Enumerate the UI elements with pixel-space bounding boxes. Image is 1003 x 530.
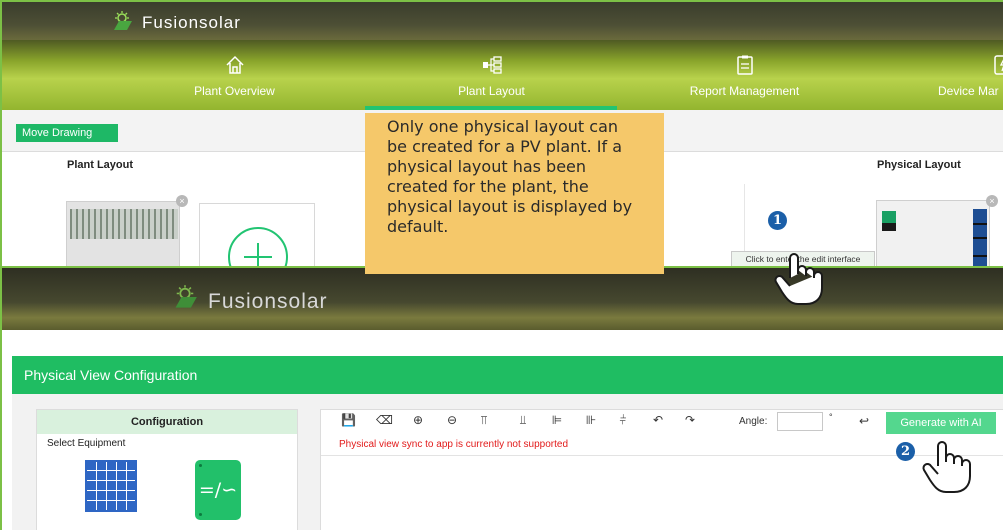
- layout-tree-icon: [482, 56, 502, 74]
- configuration-title: Configuration: [37, 410, 297, 434]
- sync-warning-text: Physical view sync to app is currently n…: [339, 439, 568, 450]
- close-icon[interactable]: ×: [176, 195, 188, 207]
- clipboard-icon: [736, 55, 753, 75]
- hand-pointer-icon: [774, 253, 823, 305]
- zoom-in-icon[interactable]: ⊕: [411, 413, 425, 427]
- select-equipment-label: Select Equipment: [47, 438, 126, 449]
- pv-module-icon[interactable]: [85, 460, 137, 512]
- tab-label: Device Mar: [938, 84, 999, 98]
- close-icon[interactable]: ×: [986, 195, 998, 207]
- info-callout: Only one physical layout can be created …: [365, 113, 664, 274]
- align-top-icon[interactable]: ⫪: [477, 413, 491, 427]
- tab-plant-layout[interactable]: Plant Layout: [364, 40, 619, 110]
- dialog-title: Physical View Configuration: [12, 356, 1003, 394]
- angle-input[interactable]: [777, 412, 823, 431]
- physical-view-configuration-screen: Fusionsolar Physical View Configuration …: [0, 266, 1003, 530]
- inverter-icon[interactable]: =/∽: [195, 460, 241, 520]
- home-icon: [225, 55, 244, 74]
- angle-label: Angle:: [739, 416, 768, 427]
- hand-pointer-icon: [922, 441, 971, 493]
- degree-symbol: °: [829, 412, 833, 422]
- zoom-out-icon[interactable]: ⊖: [445, 413, 459, 427]
- device-icon: [994, 55, 1003, 75]
- reset-angle-icon[interactable]: ↩: [857, 414, 871, 428]
- redo-icon[interactable]: ↷: [683, 413, 697, 427]
- move-drawing-button[interactable]: Move Drawing: [16, 124, 118, 142]
- tab-device-management[interactable]: Device Mar: [870, 40, 1003, 110]
- drawing-canvas[interactable]: 💾 ⌫ ⊕ ⊖ ⫪ ⫫ ⊫ ⊪ ⫩ ↶ ↷ Angle: ° ↩ Generat…: [320, 409, 1003, 530]
- align-bottom-icon[interactable]: ⫫: [516, 413, 530, 427]
- fusionsolar-logo-icon: [175, 285, 197, 308]
- app-name: Fusionsolar: [142, 13, 241, 32]
- save-icon[interactable]: 💾: [341, 413, 356, 427]
- undo-icon[interactable]: ↶: [651, 413, 665, 427]
- align-center-icon[interactable]: ⫩: [616, 413, 630, 427]
- tab-label: Plant Layout: [458, 84, 525, 98]
- tab-plant-overview[interactable]: Plant Overview: [107, 40, 362, 110]
- tab-label: Plant Overview: [194, 84, 275, 98]
- step-marker-1: 1: [768, 211, 787, 230]
- app-titlebar: [2, 268, 1003, 330]
- configuration-panel: Configuration Select Equipment =/∽: [36, 409, 298, 530]
- align-left-icon[interactable]: ⊫: [550, 413, 564, 427]
- align-right-icon[interactable]: ⊪: [584, 413, 598, 427]
- tab-report-management[interactable]: Report Management: [617, 40, 872, 110]
- step-marker-2: 2: [896, 442, 915, 461]
- app-name: Fusionsolar: [208, 290, 328, 313]
- physical-layout-title: Physical Layout: [877, 159, 961, 171]
- eraser-icon[interactable]: ⌫: [376, 413, 393, 427]
- fusionsolar-logo-icon: [114, 11, 132, 30]
- plant-layout-title: Plant Layout: [67, 159, 134, 171]
- generate-with-ai-button[interactable]: Generate with AI: [886, 412, 996, 434]
- tab-label: Report Management: [689, 84, 800, 98]
